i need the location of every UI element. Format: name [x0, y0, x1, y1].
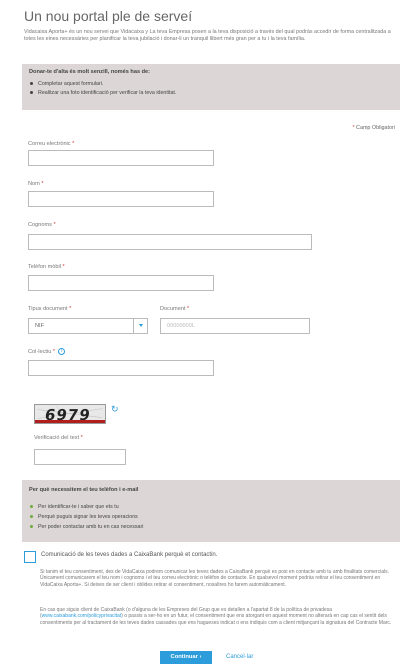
signup-step-item: Completar aquest formulari. [30, 81, 103, 87]
why-phone-box: Per què necessitem el teu telèfon i e-ma… [22, 480, 400, 542]
surname-label: Cognoms * [28, 222, 56, 228]
why-item: Per identificar-te i saber que ets tu [30, 504, 119, 510]
captcha-bar [35, 420, 105, 423]
email-label: Correu electrònic * [28, 141, 75, 147]
info-icon[interactable]: i [58, 348, 66, 355]
consent-paragraph: Si tanim el teu consentiment, des de Vid… [40, 569, 389, 588]
key-label: Col·lectiu * i [28, 348, 66, 355]
refresh-icon[interactable]: ↻ [111, 404, 119, 415]
key-field[interactable] [28, 360, 214, 376]
privacy-link[interactable]: www.caixabank.com/policyprivacitat [42, 613, 121, 619]
consent-checkbox[interactable] [24, 551, 36, 563]
consent-paragraph-privacy: En cas que siguis client de CaixaBank (o… [40, 607, 392, 626]
why-item: Per poder contactar amb tu en cas necess… [30, 524, 143, 530]
captcha-image: 6979 [34, 404, 106, 424]
intro-text: Vidacaixa Aporta+ és un nou servei que V… [24, 29, 391, 42]
phone-field[interactable] [28, 275, 214, 291]
page-title: Un nou portal ple de serveí [24, 8, 193, 24]
document-field[interactable]: 00000000L [160, 318, 310, 334]
doc-type-label: Tipus document * [28, 306, 72, 312]
bullet-icon [30, 515, 33, 519]
continue-button[interactable]: Continuar › [160, 651, 212, 664]
doc-type-value: NIF [35, 323, 45, 329]
required-field-note: * Camp Obligatori [352, 125, 395, 131]
doc-type-select[interactable]: NIF [28, 318, 148, 334]
bullet-icon [30, 91, 33, 95]
name-label: Nom * [28, 181, 44, 187]
bullet-icon [30, 82, 33, 86]
why-phone-heading: Per què necessitem el teu telèfon i e-ma… [29, 487, 139, 493]
signup-step-item: Realitzar una foto identificació per ver… [30, 90, 176, 96]
consent-title: Comunicació de les teves dades a CaixaBa… [41, 552, 218, 558]
bullet-icon [30, 505, 33, 509]
name-field[interactable] [28, 191, 214, 207]
document-label: Document * [160, 306, 190, 312]
chevron-down-icon[interactable] [133, 319, 147, 333]
verify-field[interactable] [34, 449, 126, 465]
cancel-link[interactable]: Cancel·lar [226, 654, 253, 660]
signup-steps-heading: Donar-te d'alta és molt senzill, només h… [29, 69, 151, 75]
surname-field[interactable] [28, 234, 312, 250]
bullet-icon [30, 525, 33, 529]
verify-label: Verificació del text * [34, 435, 83, 441]
signup-steps-box: Donar-te d'alta és molt senzill, només h… [22, 64, 400, 110]
why-item: Perquè puguis signar les teves operacion… [30, 514, 138, 520]
email-field[interactable] [28, 150, 214, 166]
phone-label: Telèfon mòbil * [28, 264, 65, 270]
